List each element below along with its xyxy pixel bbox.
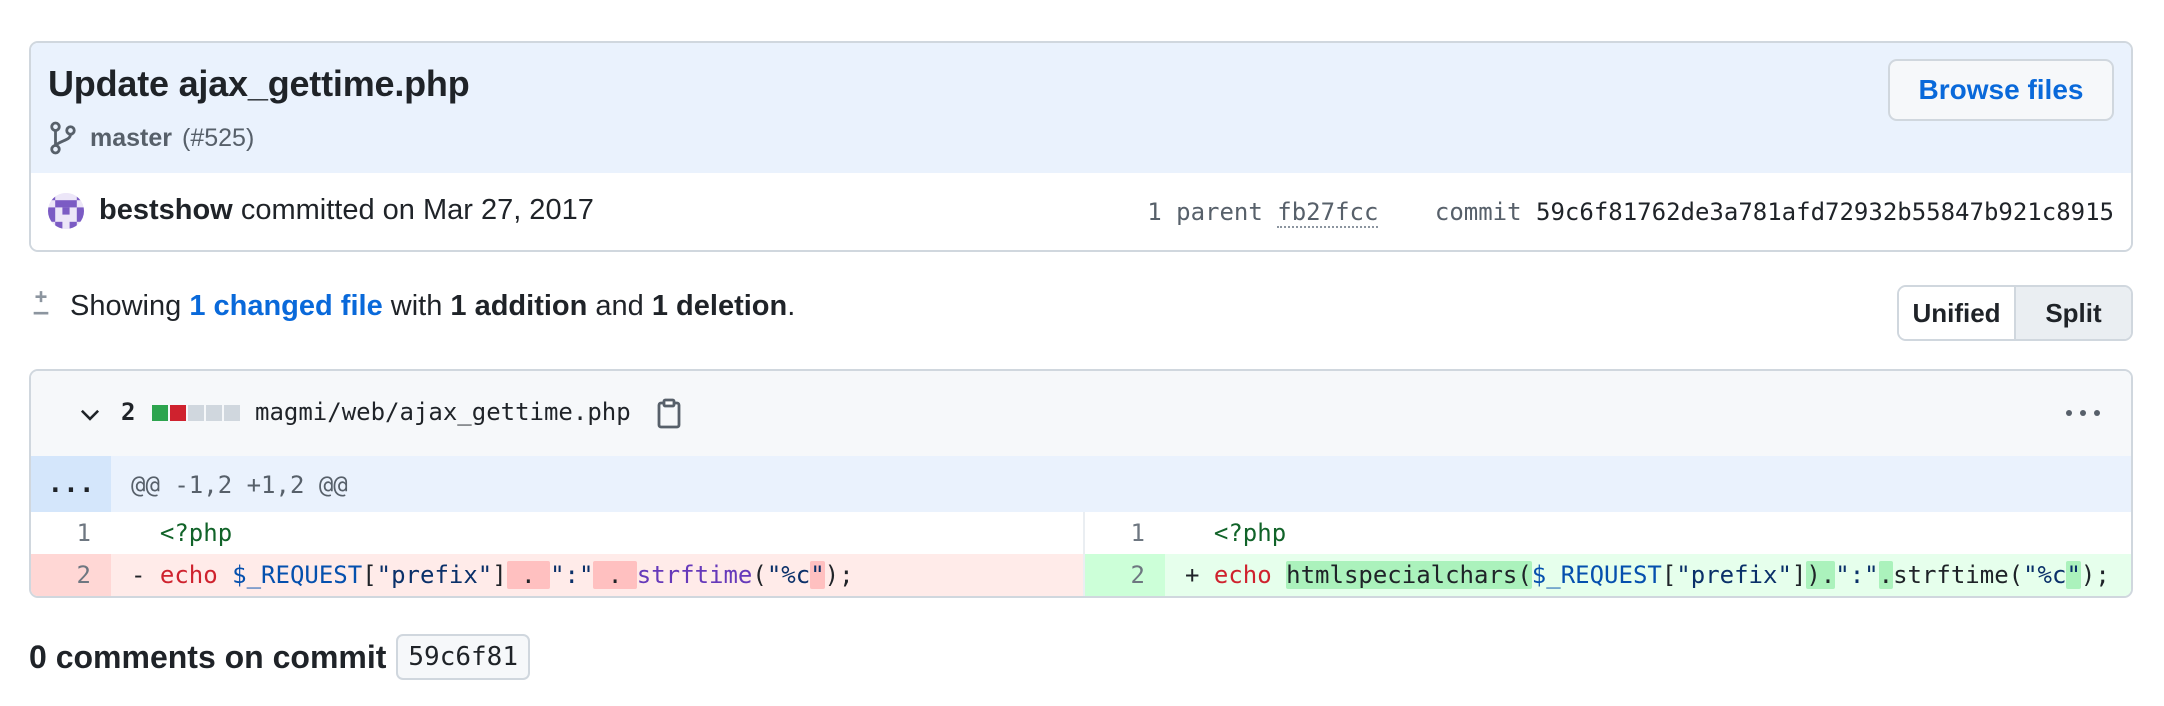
code-token: ); <box>2080 561 2110 589</box>
code-token: ] <box>1791 561 1807 589</box>
line-number[interactable]: 2 <box>1085 554 1165 596</box>
diff-marker: - <box>131 561 160 589</box>
diffstat-square-neutral <box>224 405 240 421</box>
code-token: ":" <box>1835 561 1879 589</box>
code-token: . <box>593 561 637 589</box>
code-token: ). <box>1806 561 1836 589</box>
author-link[interactable]: bestshow <box>99 194 233 226</box>
code-line: + echo htmlspecialchars($_REQUEST["prefi… <box>1185 554 2110 596</box>
comments-heading: 0 comments on commit 59c6f81 <box>29 634 530 680</box>
line-number[interactable]: 1 <box>1085 512 1165 554</box>
code-token: " <box>810 561 825 589</box>
code-token: "%c <box>2023 561 2067 589</box>
diffstat-bar <box>152 405 240 421</box>
left-diff-line: 1 <?php <box>31 512 1083 554</box>
commit-title-area: Update ajax_gettime.php master (#525) Br… <box>31 43 2131 175</box>
commit-header: Update ajax_gettime.php master (#525) Br… <box>29 41 2133 252</box>
hunk-header: @@ -1,2 +1,2 @@ <box>131 471 348 499</box>
code-token: " <box>2066 561 2081 589</box>
branch-info: master (#525) <box>48 121 254 155</box>
code-token: [ <box>1661 561 1677 589</box>
code-token: <?php <box>1213 519 1287 547</box>
commit-title: Update ajax_gettime.php <box>48 63 470 104</box>
right-diff-line: 2 + echo htmlspecialchars($_REQUEST["pref… <box>1083 554 2131 596</box>
diffstat-square-neutral <box>206 405 222 421</box>
parent-label: 1 parent <box>1147 198 1263 226</box>
pull-request-link[interactable]: (#525) <box>182 124 254 153</box>
file-diff: 2 magmi/web/ajax_gettime.php ... @@ -1,2… <box>29 369 2133 598</box>
comments-title: 0 comments on commit <box>29 638 387 675</box>
hunk-header-row: ... @@ -1,2 +1,2 @@ <box>31 456 2131 512</box>
code-token: . <box>1878 561 1894 589</box>
diff-marker <box>131 519 160 547</box>
code-token: "prefix" <box>376 561 493 589</box>
diff-icon <box>33 290 49 314</box>
file-change-count: 2 <box>121 398 136 426</box>
avatar[interactable] <box>48 193 84 229</box>
summary-period: . <box>787 290 796 322</box>
code-token: <?php <box>159 519 233 547</box>
unified-view-button[interactable]: Unified <box>1899 287 2016 339</box>
code-token: . <box>506 561 551 589</box>
chevron-down-icon[interactable] <box>77 401 103 427</box>
code-token: ] <box>492 561 507 589</box>
committed-date: committed on Mar 27, 2017 <box>240 194 594 226</box>
commit-refs: 1 parent fb27fcc commit 59c6f81762de3a78… <box>1147 198 2114 228</box>
code-token: "%c <box>766 561 811 589</box>
changed-files-link[interactable]: 1 changed file <box>189 290 382 323</box>
diffstat-square-added <box>152 405 168 421</box>
identicon-icon <box>48 193 84 229</box>
left-diff-line: 2- echo $_REQUEST["prefix"] . ":" . strf… <box>31 554 1083 596</box>
commit-hash: 59c6f81762de3a781afd72932b55847b921c8915 <box>1536 198 2114 226</box>
parent-hash-link[interactable]: fb27fcc <box>1277 198 1379 228</box>
code-token: $_REQUEST <box>1531 561 1662 589</box>
diff-row: 2- echo $_REQUEST["prefix"] . ":" . strf… <box>31 554 2131 596</box>
diffstat-square-deleted <box>170 405 186 421</box>
browse-files-button[interactable]: Browse files <box>1888 59 2114 121</box>
deletions-count: 1 deletion <box>651 290 788 322</box>
diff-view-toggle: Unified Split <box>1897 285 2133 341</box>
summary-and: and <box>595 290 644 322</box>
right-diff-line: 1 <?php <box>1083 512 2131 554</box>
code-token: "prefix" <box>1676 561 1792 589</box>
code-token: htmlspecialchars( <box>1286 561 1532 589</box>
file-header: 2 magmi/web/ajax_gettime.php <box>31 371 2131 458</box>
code-token: [ <box>362 561 377 589</box>
code-token: ":" <box>550 561 594 589</box>
code-token: strftime <box>1893 561 2009 589</box>
commit-meta-area: bestshow committed on Mar 27, 2017 1 par… <box>31 173 2131 250</box>
additions-count: 1 addition <box>450 290 588 322</box>
commit-label: commit <box>1434 198 1522 226</box>
kebab-menu-icon[interactable] <box>2065 409 2101 417</box>
code-line: <?php <box>1185 512 1286 554</box>
code-token: ( <box>2008 561 2024 589</box>
branch-link[interactable]: master <box>90 124 172 153</box>
line-number[interactable]: 2 <box>31 554 111 596</box>
code-token: echo <box>1213 561 1272 589</box>
code-token: ( <box>752 561 767 589</box>
git-branch-icon <box>50 121 76 155</box>
summary-showing: Showing <box>70 290 182 322</box>
diff-marker <box>1185 519 1214 547</box>
copy-icon[interactable] <box>655 397 683 429</box>
code-line: - echo $_REQUEST["prefix"] . ":" . strft… <box>131 554 854 596</box>
code-token: strftime <box>636 561 753 589</box>
code-token: ); <box>824 561 854 589</box>
diffstat-square-neutral <box>188 405 204 421</box>
author-line: bestshow committed on Mar 27, 2017 <box>99 194 594 227</box>
diff-summary: Showing 1 changed file with 1 addition a… <box>30 290 795 323</box>
code-line: <?php <box>131 512 232 554</box>
commit-short-hash: 59c6f81 <box>396 634 530 680</box>
split-view-button[interactable]: Split <box>2016 287 2131 339</box>
expand-hunk-button[interactable]: ... <box>31 456 111 512</box>
code-token: echo <box>159 561 218 589</box>
summary-with: with <box>390 290 443 322</box>
diff-marker: + <box>1185 561 1214 589</box>
code-token: $_REQUEST <box>232 561 363 589</box>
line-number[interactable]: 1 <box>31 512 111 554</box>
file-path-link[interactable]: magmi/web/ajax_gettime.php <box>255 398 631 426</box>
diff-row: 1 <?php 1 <?php <box>31 512 2131 554</box>
